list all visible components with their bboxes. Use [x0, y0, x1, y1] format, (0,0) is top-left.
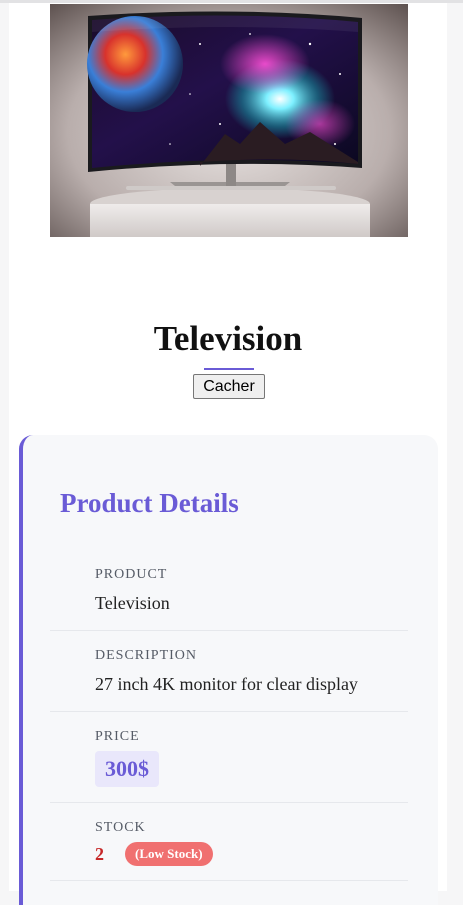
description-value: 27 inch 4K monitor for clear display	[95, 674, 358, 694]
detail-row-product: PRODUCT Television	[50, 550, 408, 631]
price-label: PRICE	[95, 729, 140, 744]
detail-row-description: DESCRIPTION 27 inch 4K monitor for clear…	[50, 631, 408, 712]
product-value: Television	[95, 593, 170, 613]
title-underline	[204, 368, 254, 370]
product-image	[50, 4, 408, 237]
description-label: DESCRIPTION	[95, 648, 198, 663]
detail-row-stock: STOCK 2 (Low Stock)	[50, 803, 408, 881]
product-title: Television	[153, 319, 303, 358]
page-content: Television Cacher Product Details PRODUC…	[9, 3, 447, 905]
details-heading: Product Details	[60, 488, 239, 518]
product-details-card: Product Details PRODUCT Television DESCR…	[19, 435, 438, 905]
price-value: 300$	[95, 751, 159, 787]
stock-label: STOCK	[95, 820, 146, 835]
low-stock-badge: (Low Stock)	[125, 842, 213, 866]
stock-value: 2	[95, 844, 104, 864]
product-label: PRODUCT	[95, 567, 168, 582]
television-illustration	[50, 4, 408, 237]
hide-button[interactable]: Cacher	[193, 374, 265, 399]
detail-row-price: PRICE 300$	[50, 712, 408, 803]
